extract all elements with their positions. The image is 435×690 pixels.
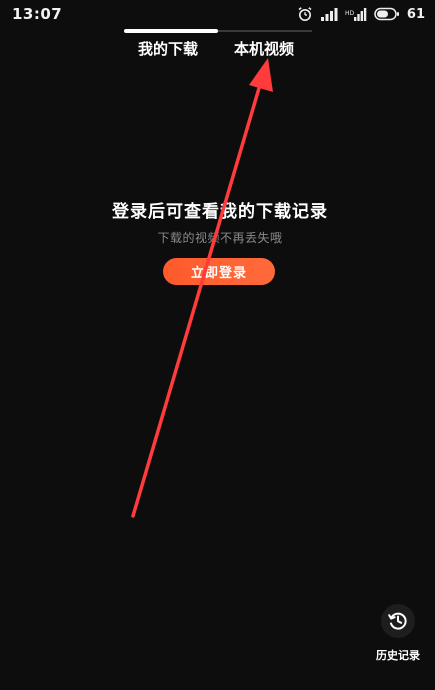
status-time: 13:07 xyxy=(12,5,63,23)
history-button[interactable]: 历史记录 xyxy=(369,604,425,666)
signal-icon xyxy=(320,8,338,21)
alarm-icon xyxy=(298,7,312,21)
tab-local-videos[interactable]: 本机视频 xyxy=(234,38,294,59)
empty-state-subtitle: 下载的视频不再丢失哦 xyxy=(157,231,283,245)
history-icon-container xyxy=(381,604,415,638)
svg-text:HD: HD xyxy=(345,10,355,17)
tab-active-indicator xyxy=(124,29,218,33)
status-bar: 13:07 HD 61 xyxy=(0,0,435,30)
download-tabs: 我的下载 本机视频 xyxy=(0,38,435,62)
status-icons: HD 61 xyxy=(297,4,425,24)
annotation-arrow-head xyxy=(249,58,273,92)
annotation-arrow-shaft xyxy=(131,76,264,518)
history-clock-icon xyxy=(388,612,407,630)
empty-state-title: 登录后可查看我的下载记录 xyxy=(112,202,328,222)
login-button[interactable]: 立即登录 xyxy=(163,258,275,285)
battery-icon xyxy=(374,7,399,21)
tab-my-downloads[interactable]: 我的下载 xyxy=(138,38,198,59)
signal-hd-icon: HD xyxy=(345,8,367,21)
history-label: 历史记录 xyxy=(376,649,420,662)
battery-percent: 61 xyxy=(406,6,425,22)
annotation-arrow xyxy=(131,58,273,518)
